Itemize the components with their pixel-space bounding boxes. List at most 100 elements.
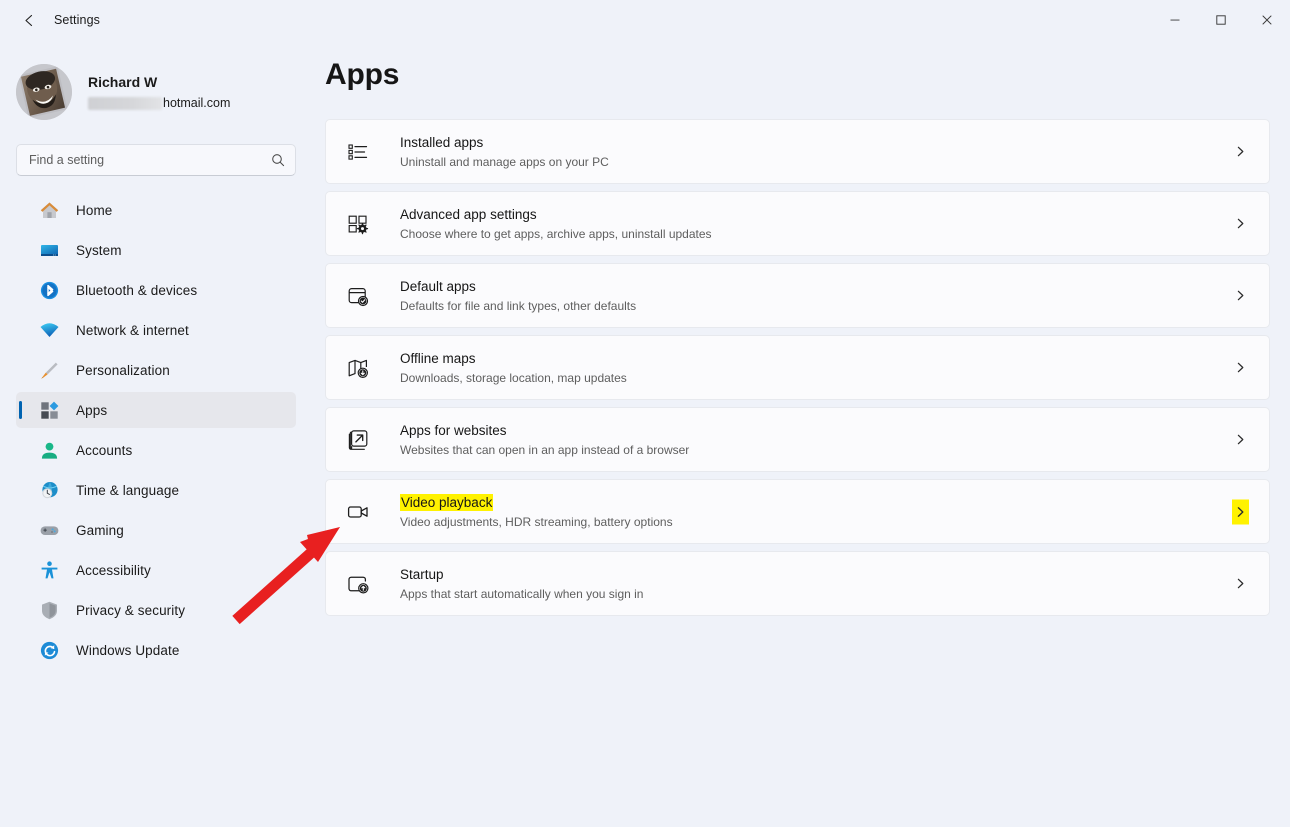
card-title-highlight: Video playback [400,493,494,511]
sidebar-item-gaming[interactable]: Gaming [16,512,296,548]
chevron-right-icon[interactable] [1229,573,1251,595]
account-icon [38,439,60,461]
chevron-right-icon[interactable] [1229,213,1251,235]
card-installed-apps[interactable]: Installed apps Uninstall and manage apps… [325,119,1270,184]
sidebar-item-label: Bluetooth & devices [76,282,198,298]
close-icon [1262,15,1272,25]
main-content: Apps Installed apps Uninstall and manage… [320,40,1290,827]
card-title: Default apps [400,278,476,294]
video-camera-icon [345,499,371,525]
card-subtitle: Choose where to get apps, archive apps, … [400,226,712,241]
profile-text: Richard W hotmail.com [88,73,230,111]
chevron-right-icon[interactable] [1229,357,1251,379]
profile-name: Richard W [88,74,158,90]
sidebar-item-label: System [76,242,122,258]
card-subtitle: Apps that start automatically when you s… [400,586,644,601]
list-bullets-icon [345,139,371,165]
minimize-icon [1170,19,1180,21]
maximize-button[interactable] [1198,0,1244,40]
card-apps-for-websites[interactable]: Apps for websites Websites that can open… [325,407,1270,472]
chevron-right-icon[interactable] [1229,429,1251,451]
search-box[interactable] [16,144,296,176]
card-default-apps[interactable]: Default apps Defaults for file and link … [325,263,1270,328]
sidebar-item-windows-update[interactable]: Windows Update [16,632,296,668]
gamepad-icon [38,519,60,541]
card-title: Installed apps [400,134,484,150]
clock-globe-icon [38,479,60,501]
card-text: Advanced app settings Choose where to ge… [400,206,712,242]
wifi-icon [38,319,60,341]
card-title: Startup [400,566,444,582]
card-title: Offline maps [400,350,476,366]
sidebar-item-label: Accounts [76,442,133,458]
window-controls [1152,0,1290,40]
card-text: Default apps Defaults for file and link … [400,278,636,314]
card-title: Video playback [400,493,673,512]
chevron-right-icon[interactable] [1229,285,1251,307]
search-icon [271,153,285,167]
sidebar-item-label: Time & language [76,482,180,498]
home-icon [38,199,60,221]
title-bar: Settings [0,0,1290,40]
card-offline-maps[interactable]: Offline maps Downloads, storage location… [325,335,1270,400]
sidebar-item-accessibility[interactable]: Accessibility [16,552,296,588]
card-text: Video playback Video adjustments, HDR st… [400,493,673,530]
minimize-button[interactable] [1152,0,1198,40]
sidebar-item-label: Accessibility [76,562,151,578]
system-icon [38,239,60,261]
page-title: Apps [325,58,400,91]
shield-icon [38,599,60,621]
user-avatar-icon [16,64,72,120]
close-button[interactable] [1244,0,1290,40]
sidebar-item-home[interactable]: Home [16,192,296,228]
apps-icon [38,399,60,421]
startup-icon [345,571,371,597]
search-input[interactable] [29,153,271,167]
sidebar: Richard W hotmail.com Find a setting Hom… [0,40,320,827]
card-text: Apps for websites Websites that can open… [400,422,689,458]
sidebar-item-time-language[interactable]: Time & language [16,472,296,508]
card-title: Apps for websites [400,422,507,438]
back-button[interactable] [12,5,46,35]
sidebar-item-label: Privacy & security [76,602,186,618]
email-redaction [88,96,162,110]
card-text: Offline maps Downloads, storage location… [400,350,627,386]
card-subtitle: Video adjustments, HDR streaming, batter… [400,514,673,529]
sidebar-item-label: Home [76,202,113,218]
card-subtitle: Defaults for file and link types, other … [400,298,637,313]
external-link-icon [345,427,371,453]
card-subtitle: Uninstall and manage apps on your PC [400,154,609,169]
bluetooth-icon [38,279,60,301]
sidebar-item-system[interactable]: System [16,232,296,268]
accessibility-icon [38,559,60,581]
card-advanced-app-settings[interactable]: Advanced app settings Choose where to ge… [325,191,1270,256]
chevron-right-icon[interactable] [1229,141,1251,163]
sidebar-item-label: Network & internet [76,322,189,338]
sidebar-item-personalization[interactable]: Personalization [16,352,296,388]
sidebar-item-network-internet[interactable]: Network & internet [16,312,296,348]
back-arrow-icon [24,14,32,26]
sidebar-item-label: Gaming [76,522,124,538]
paintbrush-icon [38,359,60,381]
update-icon [38,639,60,661]
card-subtitle: Websites that can open in an app instead… [400,442,690,457]
sidebar-nav: Home System Bluetooth & devices Network … [0,192,320,668]
window-title: Settings [54,13,100,27]
sidebar-item-label: Apps [76,402,108,418]
user-profile[interactable]: Richard W hotmail.com [16,60,320,124]
sidebar-item-apps[interactable]: Apps [16,392,296,428]
card-video-playback[interactable]: Video playback Video adjustments, HDR st… [325,479,1270,544]
sidebar-item-bluetooth-devices[interactable]: Bluetooth & devices [16,272,296,308]
default-apps-icon [345,283,371,309]
sidebar-item-privacy-security[interactable]: Privacy & security [16,592,296,628]
chevron-right-icon[interactable] [1232,499,1249,524]
profile-email: hotmail.com [88,95,230,111]
settings-card-list: Installed apps Uninstall and manage apps… [325,119,1270,616]
advanced-settings-icon [345,211,371,237]
sidebar-item-label: Windows Update [76,642,180,658]
avatar [16,64,72,120]
email-suffix: hotmail.com [163,96,231,110]
sidebar-item-accounts[interactable]: Accounts [16,432,296,468]
card-subtitle: Downloads, storage location, map updates [400,370,627,385]
card-startup[interactable]: Startup Apps that start automatically wh… [325,551,1270,616]
